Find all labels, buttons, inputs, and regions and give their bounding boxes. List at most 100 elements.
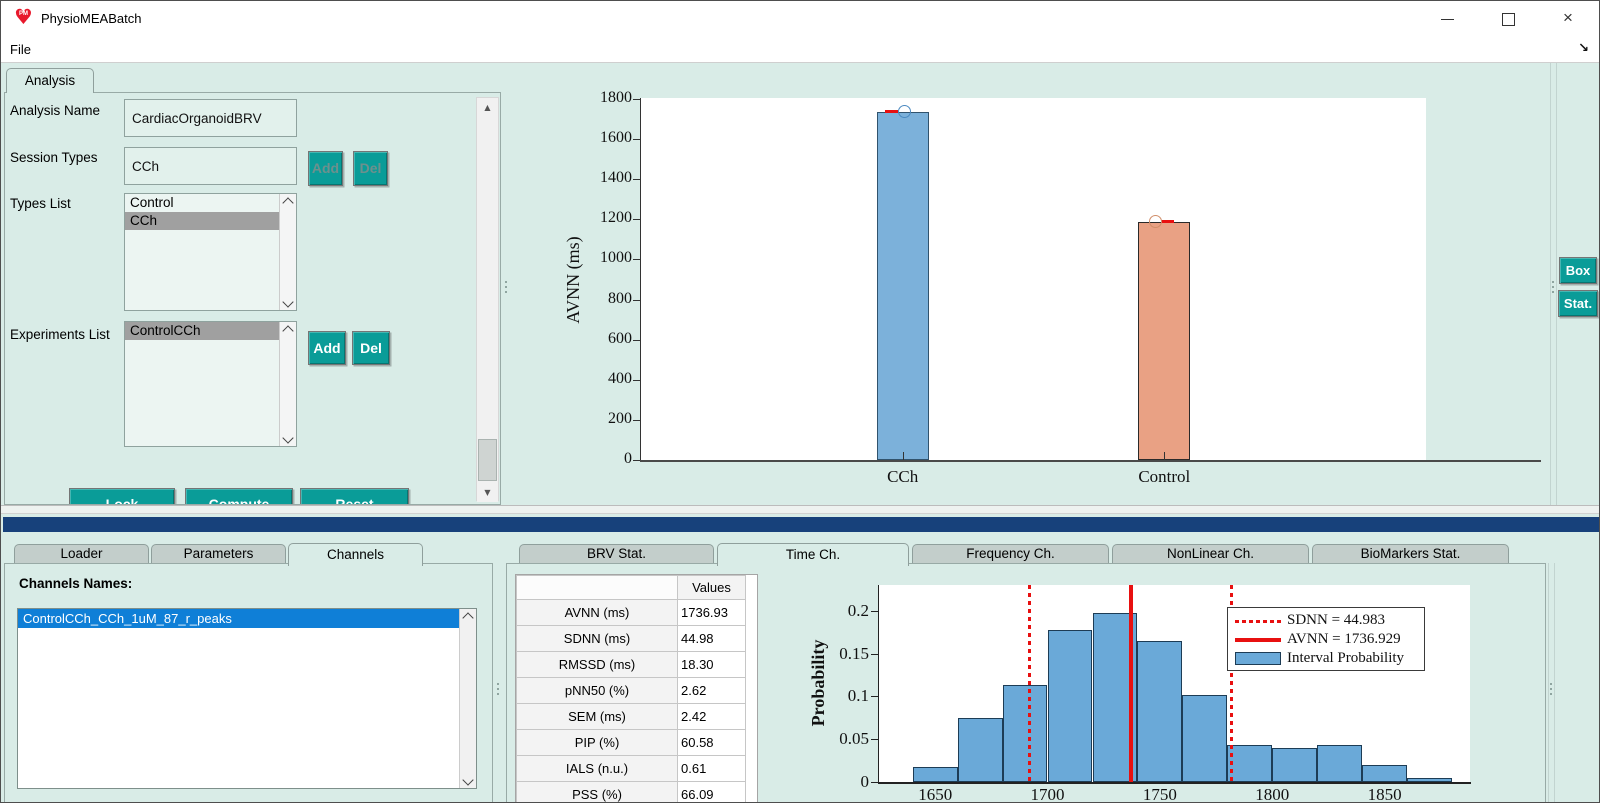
y-tick-label: 1200 [556, 209, 632, 227]
types-list-item-control[interactable]: Control [125, 194, 296, 212]
stat-name-cell: AVNN (ms) [517, 600, 678, 626]
stat-value-cell[interactable]: 60.58 [678, 730, 746, 756]
tab-analysis[interactable]: Analysis [6, 68, 94, 93]
x-tick-label-cch: CCh [833, 467, 973, 487]
hist-bar [1227, 745, 1272, 782]
y-axis-line [640, 98, 641, 460]
y-tick-label: 1800 [556, 89, 632, 107]
app-logo-heart-icon: ♥ PM [14, 7, 36, 31]
y-tick-label: 0 [797, 772, 869, 792]
vertical-splitter[interactable] [1550, 63, 1551, 505]
channels-listbox[interactable]: ControlCCh_CCh_1uM_87_r_peaks [17, 608, 477, 789]
navy-divider-bar[interactable] [3, 517, 1599, 532]
y-tick-mark [871, 611, 878, 612]
stat-value-cell[interactable]: 44.98 [678, 626, 746, 652]
close-button[interactable]: × [1545, 1, 1591, 35]
analysis-panel-scrollbar[interactable]: ▲ ▼ [476, 97, 499, 501]
scroll-down-arrow-icon[interactable]: ▼ [477, 483, 498, 502]
scroll-up-arrow-icon[interactable]: ▲ [477, 98, 498, 117]
experiments-list-item-controlcch[interactable]: ControlCCh [125, 322, 296, 340]
scroll-down-icon[interactable] [282, 432, 293, 443]
stat-value-cell[interactable]: 0.61 [678, 756, 746, 782]
session-types-input[interactable] [124, 147, 297, 185]
box-plot-button[interactable]: Box [1559, 257, 1597, 284]
lock-button[interactable]: Lock [69, 488, 175, 505]
analysis-name-input[interactable] [124, 99, 297, 137]
x-axis-line [640, 460, 1541, 462]
x-tick-label: 1850 [1340, 785, 1430, 803]
horizontal-divider [1, 505, 1600, 514]
tab-biomarkers-stat[interactable]: BioMarkers Stat. [1312, 544, 1509, 563]
experiments-add-button[interactable]: Add [308, 331, 346, 365]
types-list-scrollbar[interactable] [279, 194, 296, 310]
compute-button[interactable]: Compute [185, 488, 293, 505]
menu-file[interactable]: File [10, 42, 31, 57]
y-tick-mark [633, 420, 640, 421]
scroll-up-icon[interactable] [282, 325, 293, 336]
analysis-name-label: Analysis Name [10, 103, 100, 118]
vertical-splitter[interactable] [1556, 63, 1557, 505]
hist-bar [1182, 695, 1227, 782]
splitter-handle-dots[interactable] [1550, 683, 1552, 685]
splitter-handle-dots[interactable] [497, 683, 499, 685]
experiments-listbox[interactable]: ControlCCh [124, 321, 297, 447]
table-header-row: Values [517, 576, 746, 600]
tab-nonlinear-ch[interactable]: NonLinear Ch. [1112, 544, 1309, 563]
table-row-avnn-ms: AVNN (ms)1736.93 [517, 600, 746, 626]
analysis-panel: Analysis Name Session Types Add Del Type… [4, 92, 501, 505]
reset-button[interactable]: Reset [300, 488, 409, 505]
y-tick-label: 1000 [556, 249, 632, 267]
bar-cch[interactable] [877, 112, 929, 460]
vertical-splitter[interactable] [1554, 563, 1555, 803]
stat-name-cell: PIP (%) [517, 730, 678, 756]
session-add-button[interactable]: Add [308, 151, 343, 186]
hist-bar [1048, 630, 1093, 782]
resize-arrow-icon[interactable]: ↘ [1578, 41, 1589, 56]
y-tick-label: 0 [556, 450, 632, 468]
scroll-down-icon[interactable] [462, 774, 473, 785]
table-row-pss: PSS (%)66.09 [517, 782, 746, 803]
tab-brv-stat[interactable]: BRV Stat. [519, 544, 714, 563]
table-row-pip: PIP (%)60.58 [517, 730, 746, 756]
y-tick-mark [633, 179, 640, 180]
maximize-button[interactable] [1485, 1, 1531, 35]
types-list-item-cch[interactable]: CCh [125, 212, 296, 230]
types-listbox[interactable]: ControlCCh [124, 193, 297, 311]
app-window: ♥ PM PhysioMEABatch × File ↘ Analysis An… [0, 0, 1600, 803]
y-tick-mark [633, 219, 640, 220]
scroll-down-icon[interactable] [282, 296, 293, 307]
vertical-splitter[interactable] [1548, 563, 1549, 803]
scroll-up-icon[interactable] [462, 612, 473, 623]
scroll-up-icon[interactable] [282, 197, 293, 208]
tab-loader[interactable]: Loader [14, 544, 149, 563]
bar-control[interactable] [1138, 222, 1190, 460]
channels-names-label: Channels Names: [19, 576, 132, 591]
tab-channels[interactable]: Channels [288, 543, 423, 566]
experiments-del-button[interactable]: Del [352, 331, 390, 365]
splitter-handle-dots[interactable] [505, 281, 507, 283]
stat-name-cell: IALS (n.u.) [517, 756, 678, 782]
stat-value-cell[interactable]: 66.09 [678, 782, 746, 803]
channels-list-scrollbar[interactable] [459, 609, 476, 788]
table-row-ials-n-u: IALS (n.u.)0.61 [517, 756, 746, 782]
session-del-button[interactable]: Del [353, 151, 388, 186]
tab-frequency-ch[interactable]: Frequency Ch. [912, 544, 1109, 563]
table-row-rmssd-ms: RMSSD (ms)18.30 [517, 652, 746, 678]
stat-value-cell[interactable]: 1736.93 [678, 600, 746, 626]
stat-value-cell[interactable]: 2.62 [678, 678, 746, 704]
scrollbar-thumb[interactable] [478, 439, 497, 481]
splitter-handle-dots[interactable] [1552, 281, 1554, 283]
y-tick-label: 0.05 [797, 729, 869, 749]
x-tick-label: 1750 [1115, 785, 1205, 803]
channel-item-controlcch-cch-1um-87-r-peaks[interactable]: ControlCCh_CCh_1uM_87_r_peaks [18, 609, 476, 628]
stat-value-cell[interactable]: 18.30 [678, 652, 746, 678]
experiments-list-scrollbar[interactable] [279, 322, 296, 446]
tab-parameters[interactable]: Parameters [151, 544, 286, 563]
stat-button[interactable]: Stat. [1558, 290, 1598, 317]
minimize-button[interactable] [1425, 1, 1471, 35]
errorbar-cap [885, 110, 898, 113]
stat-value-cell[interactable]: 2.42 [678, 704, 746, 730]
stat-name-cell: RMSSD (ms) [517, 652, 678, 678]
minimize-icon [1441, 19, 1454, 20]
tab-time-ch[interactable]: Time Ch. [717, 543, 909, 566]
